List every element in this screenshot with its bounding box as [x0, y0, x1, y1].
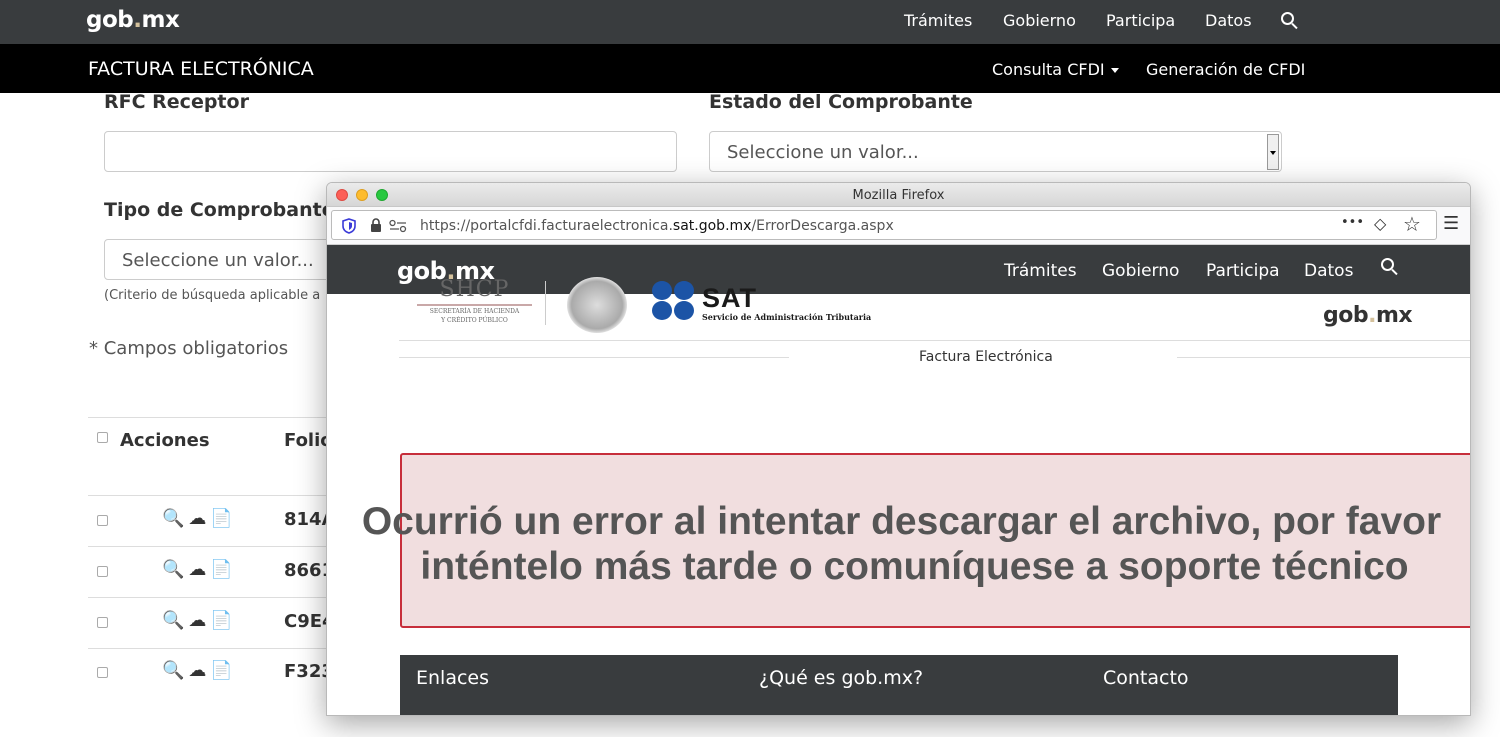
- national-seal-image: [567, 277, 627, 333]
- permissions-icon[interactable]: [389, 219, 407, 233]
- nav-tramites[interactable]: Trámites: [1004, 261, 1077, 281]
- search-icon[interactable]: [1381, 258, 1394, 271]
- search-icon[interactable]: [1281, 12, 1294, 25]
- row-checkbox[interactable]: [97, 566, 108, 577]
- estado-select-value: Seleccione un valor...: [727, 142, 919, 163]
- consulta-cfdi-dropdown[interactable]: Consulta CFDI: [992, 60, 1119, 79]
- url-text[interactable]: https://portalcfdi.facturaelectronica.sa…: [420, 218, 894, 234]
- pocket-icon[interactable]: ◇: [1374, 214, 1386, 233]
- shcp-logo: SHCP SECRETARÍA DE HACIENDA Y CRÉDITO PÚ…: [417, 277, 532, 324]
- page-actions-menu-icon[interactable]: •••: [1341, 215, 1364, 230]
- row-action-icons[interactable]: 🔍☁📄: [162, 559, 237, 580]
- row-action-icons[interactable]: 🔍☁📄: [162, 660, 237, 681]
- title-rule-left: [399, 357, 789, 358]
- section-title: Factura Electrónica: [919, 349, 1053, 365]
- estado-comprobante-label: Estado del Comprobante: [709, 91, 973, 113]
- top-navbar: gob.mx Trámites Gobierno Participa Datos: [0, 0, 1500, 44]
- nav-participa[interactable]: Participa: [1106, 11, 1175, 30]
- row-action-icons[interactable]: 🔍☁📄: [162, 508, 237, 529]
- address-bar[interactable]: https://portalcfdi.facturaelectronica.sa…: [331, 210, 1437, 240]
- criterio-note: (Criterio de búsqueda aplicable a: [104, 288, 321, 303]
- footer-que-es-gobmx: ¿Qué es gob.mx?: [759, 667, 924, 689]
- rfc-receptor-input[interactable]: [104, 131, 677, 172]
- window-title: Mozilla Firefox: [852, 188, 945, 203]
- gobmx-logo[interactable]: gob.mx: [86, 7, 180, 33]
- sat-logo: SAT Servicio de Administración Tributari…: [702, 283, 872, 322]
- error-page-content: gob.mx Trámites Gobierno Participa Datos…: [327, 245, 1470, 715]
- caret-down-icon: [1110, 68, 1119, 73]
- page-footer: Enlaces ¿Qué es gob.mx? Contacto: [400, 655, 1398, 715]
- lock-icon[interactable]: [370, 218, 382, 233]
- sat-logo-mark: [652, 281, 696, 321]
- rfc-receptor-label: RFC Receptor: [104, 91, 249, 113]
- logo-separator: [545, 281, 546, 325]
- nav-gobierno[interactable]: Gobierno: [1003, 11, 1076, 30]
- bookmark-star-icon[interactable]: ☆: [1403, 212, 1421, 236]
- firefox-window: Mozilla Firefox https://portalcfdi.factu…: [326, 182, 1471, 716]
- section-brand[interactable]: FACTURA ELECTRÓNICA: [88, 58, 314, 80]
- footer-contacto: Contacto: [1103, 667, 1189, 689]
- estado-comprobante-select[interactable]: Seleccione un valor...: [709, 131, 1282, 172]
- section-navbar: FACTURA ELECTRÓNICA Consulta CFDI Genera…: [0, 44, 1500, 93]
- hamburger-menu-icon[interactable]: ☰: [1443, 213, 1459, 234]
- tracking-shield-icon[interactable]: [342, 218, 356, 234]
- nav-datos[interactable]: Datos: [1205, 11, 1252, 30]
- tipo-select-value: Seleccione un valor...: [122, 250, 314, 271]
- window-titlebar[interactable]: Mozilla Firefox: [327, 183, 1470, 207]
- row-action-icons[interactable]: 🔍☁📄: [162, 610, 237, 631]
- nav-tramites[interactable]: Trámites: [904, 11, 972, 30]
- title-rule-right: [1177, 357, 1470, 358]
- row-checkbox[interactable]: [97, 667, 108, 678]
- row-checkbox[interactable]: [97, 515, 108, 526]
- navigation-toolbar: https://portalcfdi.facturaelectronica.sa…: [327, 207, 1470, 245]
- nav-datos[interactable]: Datos: [1304, 261, 1353, 281]
- error-message: Ocurrió un error al intentar descargar e…: [361, 500, 1442, 588]
- error-alert: Ocurrió un error al intentar descargar e…: [362, 453, 1470, 628]
- nav-gobierno[interactable]: Gobierno: [1102, 261, 1179, 281]
- required-fields-note: * Campos obligatorios: [89, 338, 289, 359]
- col-acciones: Acciones: [120, 430, 210, 451]
- generacion-cfdi-link[interactable]: Generación de CFDI: [1146, 60, 1305, 79]
- gobmx-secondary-logo: gob.mx: [1323, 303, 1413, 328]
- header-divider: [399, 340, 1470, 341]
- tipo-comprobante-label: Tipo de Comprobante (C: [104, 199, 364, 221]
- select-arrow-icon: [1267, 134, 1279, 170]
- footer-enlaces: Enlaces: [416, 667, 490, 689]
- nav-participa[interactable]: Participa: [1206, 261, 1280, 281]
- row-checkbox[interactable]: [97, 617, 108, 628]
- select-all-checkbox[interactable]: [97, 432, 108, 443]
